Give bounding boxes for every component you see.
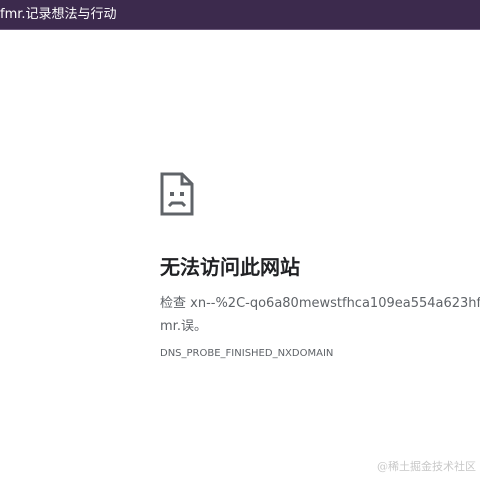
watermark: @稀土掘金技术社区 — [377, 460, 476, 473]
error-heading: 无法访问此网站 — [160, 255, 300, 279]
error-content: 无法访问此网站 检查 xn--%2C-qo6a80mewstfhca109ea5… — [160, 172, 480, 359]
sad-page-icon — [160, 172, 194, 216]
error-code: DNS_PROBE_FINISHED_NXDOMAIN — [160, 348, 334, 359]
tab-title[interactable]: fmr.记录想法与行动 — [0, 6, 117, 24]
error-message: 检查 xn--%2C-qo6a80mewstfhca109ea554a623hf… — [160, 296, 480, 334]
browser-tab-bar: fmr.记录想法与行动 — [0, 0, 480, 30]
browser-window: fmr.记录想法与行动 无法访问此网站 检查 xn--%2C-qo6a80mew… — [0, 0, 480, 480]
